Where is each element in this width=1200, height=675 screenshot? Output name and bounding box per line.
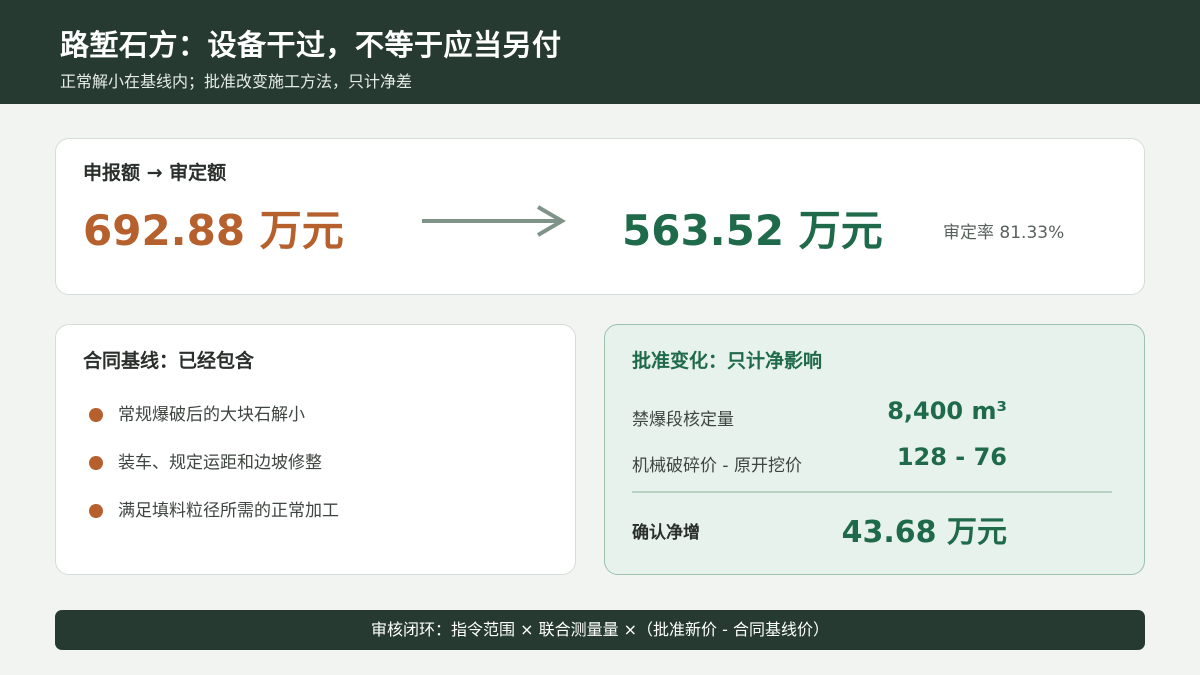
header-banner: 路堑石方：设备干过，不等于应当另付 正常解小在基线内；批准改变施工方法，只计净差 xyxy=(0,0,1200,104)
page-title: 路堑石方：设备干过，不等于应当另付 xyxy=(60,28,562,62)
change-card: 批准变化：只计净影响 禁爆段核定量 8,400 m³ 机械破碎价 - 原开挖价 … xyxy=(604,324,1145,575)
formula-footer: 审核闭环：指令范围 × 联合测量量 ×（批准新价 - 合同基线价） xyxy=(55,610,1145,650)
list-item-text: 满足填料粒径所需的正常加工 xyxy=(118,501,339,521)
quantity-label: 禁爆段核定量 xyxy=(632,410,734,430)
change-heading: 批准变化：只计净影响 xyxy=(632,350,823,372)
list-item: 常规爆破后的大块石解小 xyxy=(89,403,339,451)
price-diff-label: 机械破碎价 - 原开挖价 xyxy=(632,456,802,476)
list-item: 装车、规定运距和边坡修整 xyxy=(89,451,339,499)
summary-label: 申报额 → 审定额 xyxy=(83,162,227,184)
net-increase-label: 确认净增 xyxy=(632,523,700,543)
bullet-dot-icon xyxy=(89,408,103,422)
divider xyxy=(632,491,1112,493)
bullet-dot-icon xyxy=(89,456,103,470)
claimed-amount: 692.88 万元 xyxy=(83,206,344,255)
summary-card: 申报额 → 审定额 692.88 万元 563.52 万元 审定率 81.33% xyxy=(55,138,1145,295)
list-item-text: 装车、规定运距和边坡修整 xyxy=(118,453,322,473)
approval-rate: 审定率 81.33% xyxy=(943,223,1065,243)
baseline-card: 合同基线：已经包含 常规爆破后的大块石解小 装车、规定运距和边坡修整 满足填料粒… xyxy=(55,324,576,575)
page-subtitle: 正常解小在基线内；批准改变施工方法，只计净差 xyxy=(60,72,413,91)
net-increase-value: 43.68 万元 xyxy=(841,515,1007,550)
approved-amount: 563.52 万元 xyxy=(622,206,883,255)
baseline-list: 常规爆破后的大块石解小 装车、规定运距和边坡修整 满足填料粒径所需的正常加工 xyxy=(89,403,339,547)
list-item-text: 常规爆破后的大块石解小 xyxy=(118,405,305,425)
baseline-heading: 合同基线：已经包含 xyxy=(83,350,255,372)
price-diff-value: 128 - 76 xyxy=(896,443,1007,471)
right-arrow-icon xyxy=(422,205,566,237)
bullet-dot-icon xyxy=(89,504,103,518)
quantity-value: 8,400 m³ xyxy=(887,397,1007,425)
list-item: 满足填料粒径所需的正常加工 xyxy=(89,499,339,547)
